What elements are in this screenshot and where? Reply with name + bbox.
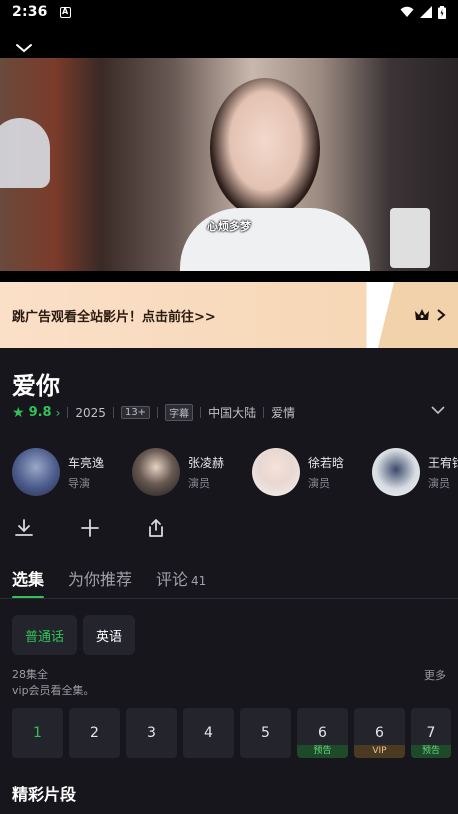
- tab-bar: 选集 为你推荐 评论 41: [12, 566, 206, 599]
- comment-count: 41: [191, 574, 207, 588]
- tab-recommend[interactable]: 为你推荐: [68, 566, 132, 599]
- video-player[interactable]: 心烦多梦: [0, 24, 458, 282]
- video-figure-left: [0, 118, 50, 188]
- episode-button[interactable]: 3: [126, 708, 177, 758]
- add-icon[interactable]: [78, 516, 102, 540]
- video-subtitle: 心烦多梦: [207, 220, 251, 233]
- episode-number: 1: [33, 725, 42, 741]
- chevron-right-icon: [437, 309, 446, 321]
- divider: [200, 407, 202, 418]
- episode-button[interactable]: 7 预告: [411, 708, 451, 758]
- wifi-icon: [400, 6, 414, 17]
- tab-episodes[interactable]: 选集: [12, 566, 45, 599]
- language-mandarin-button[interactable]: 普通话: [12, 615, 78, 655]
- chevron-right-icon: ›: [55, 405, 61, 420]
- age-rating-badge: 13+: [120, 406, 151, 419]
- episode-number: 5: [261, 725, 270, 741]
- cast-list[interactable]: 车亮逸 导演 张凌赫 演员 徐若晗 演员 王宥钧 演员: [12, 448, 458, 496]
- status-time: 2:36: [12, 4, 48, 20]
- language-selector: 普通话 英语: [12, 615, 136, 655]
- status-bar: 2:36 A: [0, 0, 458, 24]
- cast-item[interactable]: 王宥钧 演员: [372, 448, 458, 496]
- vip-note: vip会员看全集。: [12, 684, 95, 697]
- cast-item[interactable]: 徐若晗 演员: [252, 448, 354, 496]
- show-genre: 爱情: [271, 406, 296, 420]
- signal-icon: [420, 6, 432, 18]
- cast-item[interactable]: 车亮逸 导演: [12, 448, 114, 496]
- share-icon[interactable]: [144, 516, 168, 540]
- cast-role: 导演: [68, 476, 90, 490]
- episode-number: 7: [426, 725, 436, 741]
- ad-vip-area[interactable]: [378, 282, 458, 348]
- episode-button[interactable]: 2: [69, 708, 120, 758]
- ad-banner[interactable]: 跳广告观看全站影片！点击前往>>: [0, 282, 458, 348]
- divider: [263, 407, 265, 418]
- show-score: 9.8: [28, 405, 52, 420]
- episode-button[interactable]: 6 预告: [297, 708, 348, 758]
- episode-number: 6: [375, 725, 384, 741]
- episode-button[interactable]: 4: [183, 708, 234, 758]
- video-frame[interactable]: 心烦多梦: [0, 58, 458, 271]
- tab-label: 为你推荐: [68, 570, 133, 589]
- video-cup: [390, 208, 430, 268]
- cast-name: 王宥钧: [428, 455, 458, 470]
- notification-icon: A: [59, 6, 71, 18]
- cast-role: 演员: [308, 476, 330, 490]
- avatar: [372, 448, 420, 496]
- preview-badge: 预告: [297, 745, 348, 758]
- cast-role: 演员: [428, 476, 450, 490]
- divider: [67, 407, 69, 418]
- star-icon: ★: [12, 404, 25, 421]
- avatar: [252, 448, 300, 496]
- vip-badge: VIP: [354, 745, 405, 758]
- tab-label: 评论: [156, 570, 189, 589]
- show-year: 2025: [75, 405, 106, 420]
- episode-number: 6: [318, 725, 327, 741]
- show-title: 爱你: [12, 372, 60, 400]
- episode-button[interactable]: 5: [240, 708, 291, 758]
- avatar: [12, 448, 60, 496]
- status-icons: [400, 5, 446, 19]
- episode-info: 28集全 vip会员看全集。: [12, 667, 95, 699]
- more-episodes-link[interactable]: 更多: [424, 667, 446, 683]
- download-icon[interactable]: [12, 516, 36, 540]
- cast-item[interactable]: 张凌赫 演员: [132, 448, 234, 496]
- video-figure-main: [210, 78, 320, 218]
- subtitle-badge: 字幕: [165, 404, 194, 421]
- cast-name: 张凌赫: [188, 455, 225, 470]
- battery-icon: [438, 5, 446, 19]
- crown-icon: [415, 309, 429, 320]
- episode-number: 2: [90, 725, 99, 741]
- divider: [112, 407, 114, 418]
- episode-button[interactable]: 6 VIP: [354, 708, 405, 758]
- divider: [157, 407, 159, 418]
- episode-list: 1 2 3 4 5 6 预告 6 VIP 7 预告: [12, 708, 451, 758]
- cast-name: 徐若晗: [308, 455, 345, 470]
- cast-role: 演员: [188, 476, 210, 490]
- tab-label: 选集: [12, 570, 45, 589]
- episode-number: 3: [147, 725, 156, 741]
- avatar: [132, 448, 180, 496]
- language-english-button[interactable]: 英语: [83, 615, 136, 655]
- episode-count: 28集全: [12, 668, 48, 681]
- divider: [0, 598, 458, 599]
- show-meta[interactable]: ★ 9.8 › 2025 13+ 字幕 中国大陆 爱情: [12, 404, 295, 421]
- show-region: 中国大陆: [208, 406, 257, 420]
- expand-chevron-icon[interactable]: [430, 404, 446, 416]
- cast-name: 车亮逸: [68, 455, 105, 470]
- episode-number: 4: [204, 725, 213, 741]
- action-bar: [12, 516, 168, 540]
- tab-comments[interactable]: 评论 41: [156, 566, 206, 599]
- chevron-down-icon[interactable]: [12, 36, 36, 60]
- preview-badge: 预告: [411, 745, 451, 758]
- episode-button[interactable]: 1: [12, 708, 63, 758]
- clips-section-title: 精彩片段: [12, 785, 77, 804]
- ad-text[interactable]: 跳广告观看全站影片！点击前往>>: [0, 306, 216, 325]
